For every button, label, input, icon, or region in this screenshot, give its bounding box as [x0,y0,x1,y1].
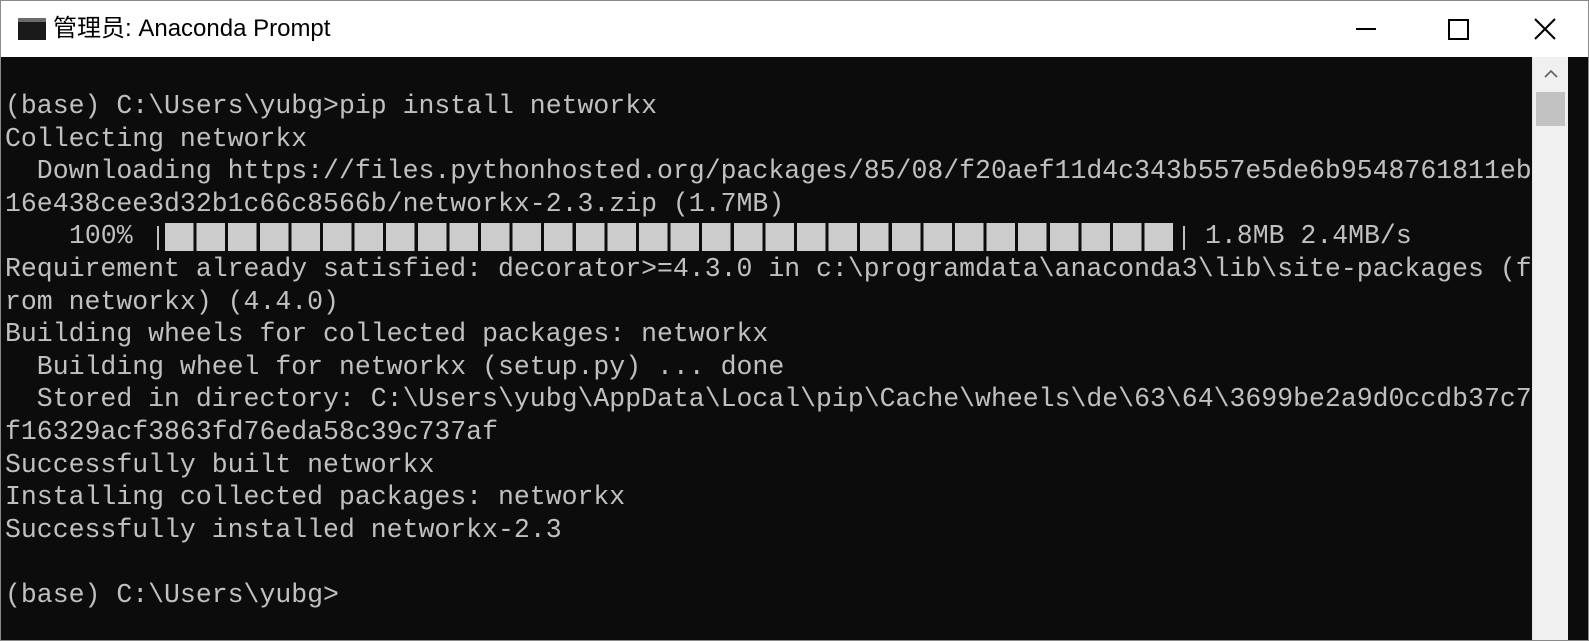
title-bar[interactable]: 管理员: Anaconda Prompt [1,1,1588,57]
command-prompt[interactable]: (base) C:\Users\yubg> [5,579,1532,612]
console-line: Collecting networkx [5,123,308,154]
progress-percent: 100% [69,221,133,252]
console-line: Successfully installed networkx-2.3 [5,514,562,545]
console-line: (base) C:\Users\yubg>pip install network… [5,91,658,121]
maximize-button[interactable] [1413,1,1503,57]
console-line: Installing collected packages: networkx [5,482,626,513]
progress-bar-right-edge [1183,226,1185,251]
console-line: Building wheel for networkx (setup.py) .… [5,351,785,382]
console-icon [18,18,46,40]
minimize-icon [1356,28,1376,30]
progress-bar-fill [165,223,1176,252]
close-button[interactable] [1501,1,1588,57]
close-icon [1534,18,1556,40]
window-title: 管理员: Anaconda Prompt [53,15,331,42]
console-line: 16e438cee3d32b1c66c8566b/networkx-2.3.zi… [5,188,785,219]
console-line: Stored in directory: C:\Users\yubg\AppDa… [5,384,1532,415]
console-line: Successfully built networkx [5,449,435,480]
console-line: Building wheels for collected packages: … [5,319,769,350]
console-output[interactable]: (base) C:\Users\yubg>pip install network… [1,57,1532,640]
anaconda-prompt-window: 管理员: Anaconda Prompt (base) C:\Users\yub… [0,0,1589,641]
console-line: f16329acf3863fd76eda58c39c737af [5,416,498,447]
console-lines: (base) C:\Users\yubg>pip install network… [5,90,1532,612]
vertical-scrollbar[interactable] [1532,57,1568,640]
scrollbar-thumb[interactable] [1536,92,1565,126]
chevron-up-icon [1544,69,1558,78]
download-progress-line: 100% 1.8MB 2.4MB/s [5,220,1532,253]
maximize-icon [1448,19,1469,40]
progress-bar [165,223,1176,252]
progress-stats: 1.8MB 2.4MB/s [1205,221,1412,252]
console-line: Downloading https://files.pythonhosted.o… [5,156,1532,187]
minimize-button[interactable] [1323,1,1413,57]
progress-bar-left-edge [157,226,159,251]
scroll-up-button[interactable] [1533,57,1568,91]
